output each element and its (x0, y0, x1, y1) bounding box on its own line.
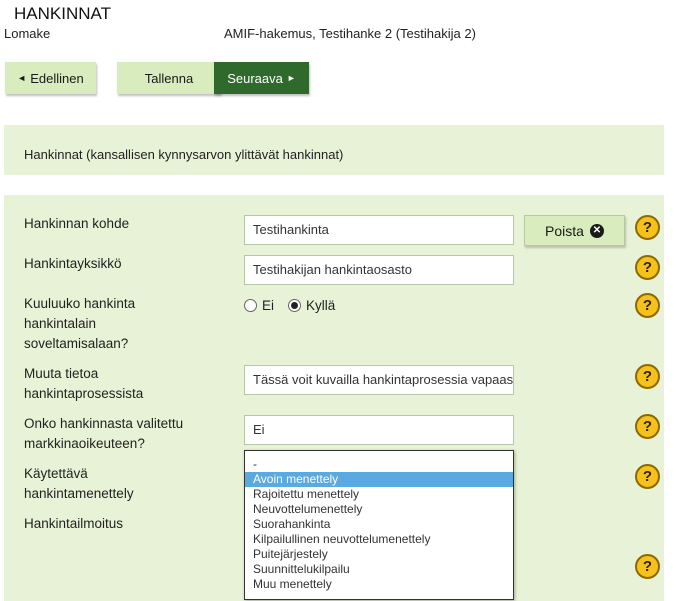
law-scope-label: Kuuluuko hankinta hankintalain soveltami… (24, 296, 136, 351)
help-icon[interactable]: ? (635, 464, 660, 489)
radio-button-ei[interactable] (244, 299, 257, 312)
dropdown-option[interactable]: Muu menettely (245, 577, 513, 592)
previous-button[interactable]: ◄ Edellinen (5, 62, 96, 94)
dropdown-option[interactable]: Neuvottelumenettely (245, 502, 513, 517)
dropdown-option[interactable]: Suunnittelukilpailu (245, 562, 513, 577)
dropdown-option[interactable]: - (245, 457, 513, 472)
help-icon[interactable]: ? (635, 293, 660, 318)
next-button[interactable]: Seuraava ► (214, 62, 309, 94)
save-button[interactable]: Tallenna (117, 62, 221, 94)
appeal-label: Onko hankinnasta valitettu markkinaoikeu… (24, 416, 184, 451)
dropdown-option[interactable]: Suorahankinta (245, 517, 513, 532)
help-icon[interactable]: ? (635, 215, 660, 240)
dropdown-option[interactable]: Puitejärjestely (245, 547, 513, 562)
dropdown-option[interactable]: Rajoitettu menettely (245, 487, 513, 502)
dropdown-option[interactable]: Kilpailullinen neuvottelumenettely (245, 532, 513, 547)
previous-button-label: Edellinen (30, 70, 84, 86)
procedure-dropdown-list[interactable]: - Avoin menettely Rajoitettu menettely N… (244, 450, 514, 600)
law-scope-radio-group: Ei Kyllä (244, 298, 335, 313)
dropdown-option-selected[interactable]: Avoin menettely (245, 472, 513, 487)
unit-input[interactable]: Testihakijan hankintaosasto (244, 255, 514, 285)
next-button-label: Seuraava (227, 70, 283, 86)
notice-label: Hankintailmoitus (24, 516, 124, 531)
close-circle-icon: ✕ (589, 223, 604, 238)
radio-button-kylla[interactable] (288, 299, 302, 312)
section-header: Hankinnat (kansallisen kynnysarvon ylitt… (4, 125, 664, 175)
page-title: HANKINNAT (14, 4, 111, 23)
application-subtitle: AMIF-hakemus, Testihanke 2 (Testihakija … (224, 26, 476, 41)
help-icon[interactable]: ? (635, 414, 660, 439)
form-label: Lomake (4, 26, 51, 41)
procedure-label: Käytettävä hankintamenettely (24, 466, 134, 501)
subject-label: Hankinnan kohde (24, 216, 130, 231)
save-button-label: Tallenna (144, 70, 194, 86)
help-icon[interactable]: ? (635, 255, 660, 280)
process-info-input[interactable]: Tässä voit kuvailla hankintaprosessia va… (244, 365, 514, 395)
triangle-right-icon: ► (286, 73, 296, 83)
help-icon[interactable]: ? (635, 364, 660, 389)
radio-label-ei: Ei (262, 298, 275, 313)
section-title: Hankinnat (kansallisen kynnysarvon ylitt… (24, 147, 344, 162)
triangle-left-icon: ◄ (17, 73, 27, 83)
remove-button[interactable]: Poista ✕ (524, 215, 625, 246)
appeal-select[interactable]: Ei (244, 415, 514, 445)
radio-option-ei[interactable]: Ei (244, 298, 274, 313)
help-icon[interactable]: ? (635, 554, 660, 579)
unit-label: Hankintayksikkö (24, 256, 122, 271)
radio-option-kylla[interactable]: Kyllä (288, 298, 335, 313)
subject-input[interactable]: Testihankinta (244, 215, 514, 245)
radio-label-kylla: Kyllä (306, 298, 336, 313)
process-info-label: Muuta tietoa hankintaprosessista (24, 366, 144, 401)
remove-button-label: Poista (545, 222, 584, 239)
radio-selected-dot (291, 302, 299, 309)
